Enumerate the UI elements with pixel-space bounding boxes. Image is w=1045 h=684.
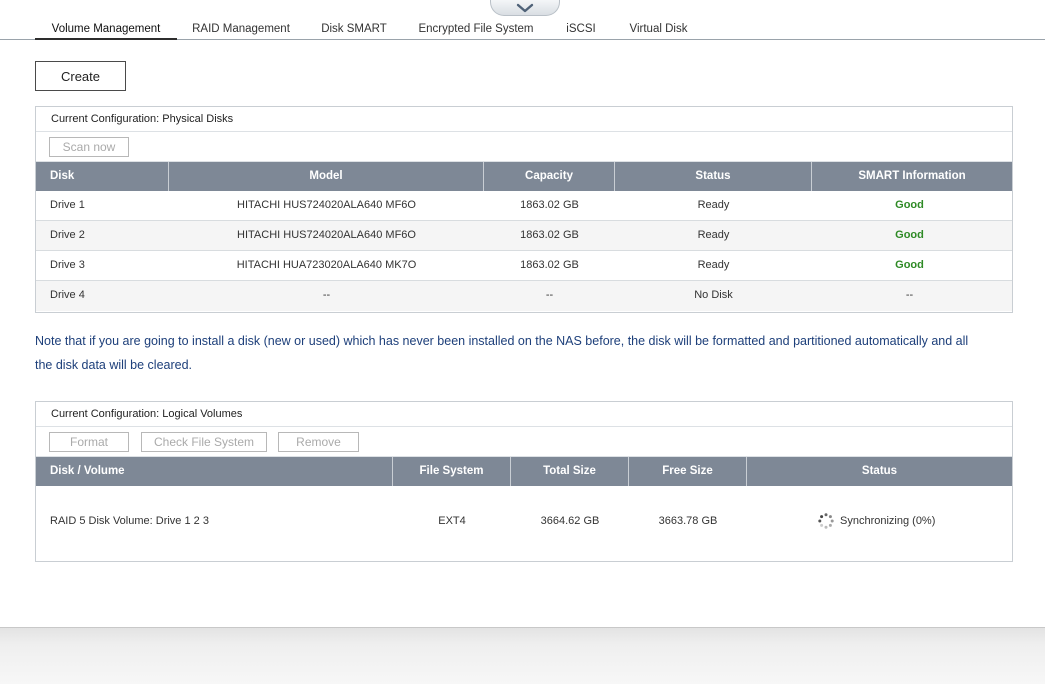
col-free-size[interactable]: Free Size	[629, 457, 747, 486]
smart-cell: Good	[895, 259, 924, 271]
smart-cell: Good	[895, 199, 924, 211]
status-cell: Ready	[697, 229, 730, 241]
tab-bar: Volume Management RAID Management Disk S…	[0, 18, 1045, 40]
tab-disk-smart[interactable]: Disk SMART	[314, 21, 394, 40]
col-model[interactable]: Model	[169, 162, 484, 191]
format-button[interactable]: Format	[49, 432, 129, 452]
volume-status-cell: Synchronizing (0%)	[818, 507, 998, 537]
remove-button[interactable]: Remove	[278, 432, 359, 452]
logical-volumes-toolbar: Format Check File System Remove	[36, 427, 1012, 457]
table-row[interactable]: Drive 3 HITACHI HUA723020ALA640 MK7O 186…	[36, 251, 1012, 281]
status-cell: Ready	[697, 259, 730, 271]
tab-encrypted-file-system[interactable]: Encrypted File System	[411, 21, 541, 40]
physical-disks-header: Disk Model Capacity Status SMART Informa…	[36, 162, 1012, 191]
logical-volumes-header: Disk / Volume File System Total Size Fre…	[36, 457, 1012, 486]
disk-cell: Drive 3	[50, 259, 85, 271]
col-file-system[interactable]: File System	[393, 457, 511, 486]
volume-status-text: Synchronizing (0%)	[840, 515, 936, 527]
col-disk-volume[interactable]: Disk / Volume	[36, 457, 393, 486]
table-row[interactable]: RAID 5 Disk Volume: Drive 1 2 3 EXT4 366…	[36, 486, 1012, 559]
file-system-cell: EXT4	[438, 515, 466, 527]
tab-virtual-disk[interactable]: Virtual Disk	[622, 21, 695, 40]
table-row[interactable]: Drive 2 HITACHI HUS724020ALA640 MF6O 186…	[36, 221, 1012, 251]
table-row[interactable]: Drive 1 HITACHI HUS724020ALA640 MF6O 186…	[36, 191, 1012, 221]
model-cell: --	[322, 289, 331, 301]
smart-cell: Good	[895, 229, 924, 241]
logical-volumes-title: Current Configuration: Logical Volumes	[36, 402, 1012, 427]
col-smart-information[interactable]: SMART Information	[812, 162, 1012, 191]
physical-disks-title: Current Configuration: Physical Disks	[36, 107, 1012, 132]
create-button[interactable]: Create	[35, 61, 126, 91]
model-cell: HITACHI HUS724020ALA640 MF6O	[237, 199, 416, 211]
capacity-cell: --	[545, 289, 554, 301]
disk-cell: Drive 4	[50, 289, 85, 301]
col-capacity[interactable]: Capacity	[484, 162, 615, 191]
logical-volumes-panel: Current Configuration: Logical Volumes F…	[35, 401, 1013, 562]
col-status[interactable]: Status	[615, 162, 812, 191]
disk-cell: Drive 2	[50, 229, 85, 241]
total-size-cell: 3664.62 GB	[540, 515, 600, 527]
free-size-cell: 3663.78 GB	[658, 515, 718, 527]
tab-volume-management[interactable]: Volume Management	[35, 21, 177, 40]
capacity-cell: 1863.02 GB	[520, 229, 579, 241]
disk-cell: Drive 1	[50, 199, 85, 211]
physical-disks-toolbar: Scan now	[36, 132, 1012, 162]
chevron-down-icon	[516, 3, 534, 12]
status-cell: Ready	[697, 199, 730, 211]
tab-raid-management[interactable]: RAID Management	[186, 21, 296, 40]
col-total-size[interactable]: Total Size	[511, 457, 629, 486]
capacity-cell: 1863.02 GB	[520, 199, 579, 211]
col-volume-status[interactable]: Status	[747, 457, 1012, 486]
status-cell: No Disk	[694, 289, 733, 301]
model-cell: HITACHI HUA723020ALA640 MK7O	[236, 259, 417, 271]
spinner-icon	[818, 513, 834, 529]
footer-bar	[0, 627, 1045, 684]
disk-format-note: Note that if you are going to install a …	[35, 334, 969, 372]
check-file-system-button[interactable]: Check File System	[141, 432, 267, 452]
capacity-cell: 1863.02 GB	[520, 259, 579, 271]
volume-name-cell: RAID 5 Disk Volume: Drive 1 2 3	[50, 515, 209, 527]
collapse-toggle[interactable]	[490, 0, 560, 16]
tab-iscsi[interactable]: iSCSI	[560, 21, 602, 40]
model-cell: HITACHI HUS724020ALA640 MF6O	[237, 229, 416, 241]
physical-disks-panel: Current Configuration: Physical Disks Sc…	[35, 106, 1013, 313]
table-row[interactable]: Drive 4 -- -- No Disk --	[36, 281, 1012, 311]
col-disk[interactable]: Disk	[36, 162, 169, 191]
smart-cell: --	[905, 289, 914, 301]
scan-now-button[interactable]: Scan now	[49, 137, 129, 157]
